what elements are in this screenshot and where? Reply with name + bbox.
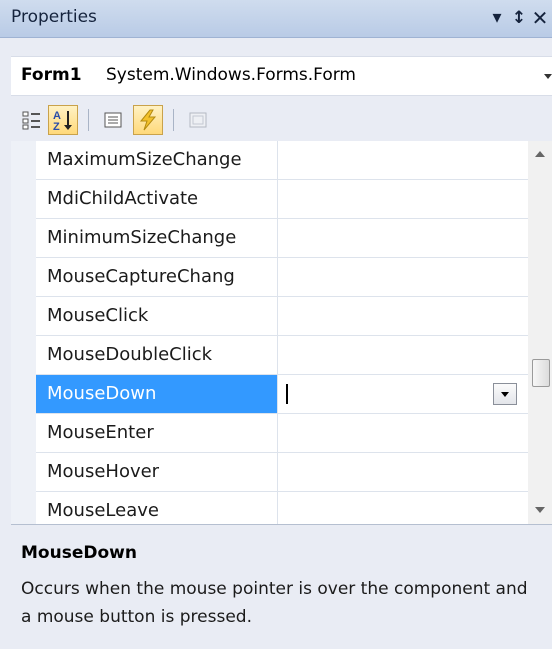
pin-icon[interactable]: ↕ <box>510 6 528 30</box>
event-row[interactable]: MouseCaptureChang <box>36 258 528 297</box>
grid-margin <box>11 141 36 524</box>
event-value[interactable] <box>278 258 528 296</box>
event-value[interactable] <box>278 141 528 179</box>
event-value[interactable] <box>278 219 528 257</box>
svg-text:Z: Z <box>53 121 60 132</box>
property-grid: MaximumSizeChange MdiChildActivate Minim… <box>11 141 528 524</box>
event-row[interactable]: MinimumSizeChange <box>36 219 528 258</box>
event-name[interactable]: MinimumSizeChange <box>36 219 278 257</box>
event-name[interactable]: MouseDown <box>36 375 278 413</box>
title-bar: Properties ▾ ↕ ✕ <box>0 0 552 38</box>
scroll-down-icon[interactable] <box>535 507 545 513</box>
event-row[interactable]: MaximumSizeChange <box>36 141 528 180</box>
event-row[interactable]: MouseDoubleClick <box>36 336 528 375</box>
event-row[interactable]: MouseHover <box>36 453 528 492</box>
event-name[interactable]: MouseEnter <box>36 414 278 452</box>
scroll-thumb[interactable] <box>532 359 550 387</box>
event-name[interactable]: MouseHover <box>36 453 278 491</box>
property-pages-icon <box>183 105 213 135</box>
toolbar-separator <box>173 109 174 131</box>
event-row[interactable]: MouseClick <box>36 297 528 336</box>
event-name[interactable]: MouseClick <box>36 297 278 335</box>
event-name[interactable]: MouseCaptureChang <box>36 258 278 296</box>
object-type: System.Windows.Forms.Form <box>106 65 356 85</box>
chevron-down-icon[interactable] <box>544 74 552 79</box>
text-caret <box>286 384 288 404</box>
event-row[interactable]: MdiChildActivate <box>36 180 528 219</box>
event-name[interactable]: MdiChildActivate <box>36 180 278 218</box>
categorized-icon[interactable] <box>17 105 47 135</box>
close-icon[interactable]: ✕ <box>530 6 550 30</box>
event-row[interactable]: MouseLeave <box>36 492 528 524</box>
event-row[interactable]: MouseEnter <box>36 414 528 453</box>
panel-title: Properties <box>11 7 97 27</box>
event-value[interactable] <box>278 180 528 218</box>
alphabetical-icon[interactable]: A Z <box>48 105 78 135</box>
scroll-up-icon[interactable] <box>535 151 545 157</box>
toolbar-separator <box>88 109 89 131</box>
vertical-scrollbar[interactable] <box>528 141 552 524</box>
event-name[interactable]: MouseLeave <box>36 492 278 524</box>
event-name[interactable]: MaximumSizeChange <box>36 141 278 179</box>
object-selector[interactable]: Form1 System.Windows.Forms.Form <box>11 56 552 96</box>
event-value[interactable] <box>278 453 528 491</box>
events-icon[interactable] <box>133 105 163 135</box>
object-name: Form1 <box>21 65 82 85</box>
description-pane: MouseDown Occurs when the mouse pointer … <box>11 524 552 649</box>
chevron-down-icon[interactable] <box>493 383 517 405</box>
properties-icon[interactable] <box>98 105 128 135</box>
description-title: MouseDown <box>21 543 137 563</box>
event-value[interactable] <box>278 414 528 452</box>
event-value-editor[interactable] <box>278 375 528 413</box>
description-text: Occurs when the mouse pointer is over th… <box>21 579 528 627</box>
toolbar: A Z <box>11 101 552 141</box>
event-value[interactable] <box>278 492 528 524</box>
event-row-selected[interactable]: MouseDown <box>36 375 528 414</box>
event-value[interactable] <box>278 297 528 335</box>
event-name[interactable]: MouseDoubleClick <box>36 336 278 374</box>
window-position-icon[interactable]: ▾ <box>488 6 506 30</box>
event-value[interactable] <box>278 336 528 374</box>
